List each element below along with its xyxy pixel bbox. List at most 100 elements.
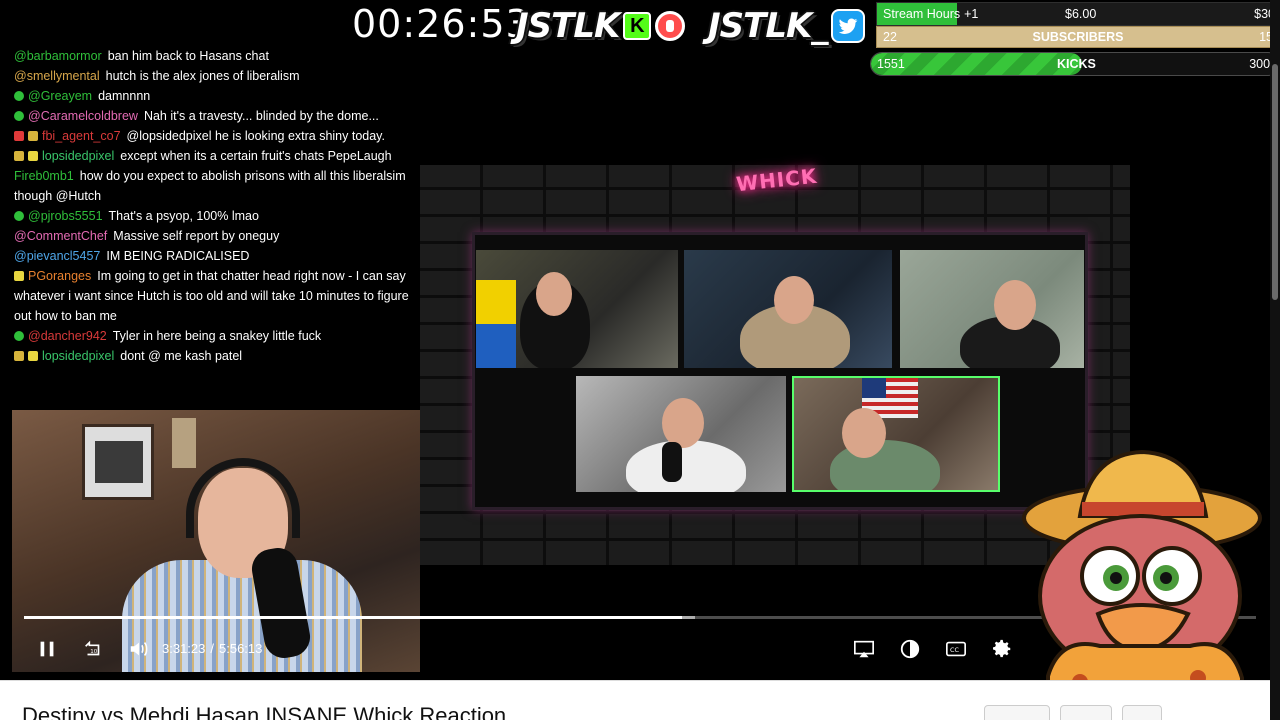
chat-username[interactable]: Fireb0mb1 xyxy=(14,169,74,183)
participant-4 xyxy=(626,440,746,492)
page-below-video: Destiny vs Mehdi Hasan INSANE Whick Reac… xyxy=(0,680,1270,720)
contrast-button[interactable] xyxy=(896,636,924,662)
chat-username[interactable]: @dancher942 xyxy=(28,329,107,343)
participant-5-face xyxy=(842,408,886,458)
chat-text: IM BEING RADICALISED xyxy=(106,249,250,263)
participant-tile-5 xyxy=(792,376,1000,492)
participant-1-face xyxy=(536,272,572,316)
wing-badge-icon xyxy=(28,351,38,361)
chat-username[interactable]: @pievancl5457 xyxy=(14,249,100,263)
chat-text: damnnnn xyxy=(98,89,151,103)
settings-button[interactable] xyxy=(988,636,1016,662)
goal-kicks-label: KICKS xyxy=(1057,57,1096,71)
goal-kicks-current: 1551 xyxy=(877,57,905,71)
settings-icon xyxy=(993,639,1011,658)
record-icon xyxy=(655,11,686,41)
kick-logo-icon: K xyxy=(623,12,652,40)
wing-badge-icon xyxy=(14,271,24,281)
chat-message: @pjrobs5551 That's a psyop, 100% lmao xyxy=(14,206,420,226)
pause-icon xyxy=(40,641,54,657)
duration: 5:56:13 xyxy=(219,641,263,656)
goal-stream-hours-plus: +1 xyxy=(964,7,979,21)
participant-tile-2 xyxy=(684,250,892,368)
mascot-bird-illustration xyxy=(1020,446,1270,714)
chat-message: lopsidedpixel dont @ me kash patel xyxy=(14,346,420,366)
twitter-bird-icon xyxy=(831,9,866,43)
goal-subscribers: 22 SUBSCRIBERS 15 xyxy=(876,26,1280,48)
chat-username[interactable]: lopsidedpixel xyxy=(42,349,114,363)
rewind-10-icon: 10 xyxy=(85,640,100,656)
sub-badge-icon xyxy=(14,211,24,221)
chat-username[interactable]: @Greayem xyxy=(28,89,92,103)
chat-username[interactable]: @Caramelcoldbrew xyxy=(28,109,138,123)
svg-text:CC: CC xyxy=(950,646,959,654)
seek-bar-buffered xyxy=(681,616,696,619)
chat-username[interactable]: lopsidedpixel xyxy=(42,149,114,163)
chat-message: @Caramelcoldbrew Nah it's a travesty... b… xyxy=(14,106,420,126)
chat-username[interactable]: @pjrobs5551 xyxy=(28,209,103,223)
chat-message: @barbamormor ban him back to Hasans chat xyxy=(14,46,420,66)
chat-username[interactable]: fbi_agent_co7 xyxy=(42,129,121,143)
chat-username[interactable]: @barbamormor xyxy=(14,49,102,63)
brand-twitter: JSTLK_ xyxy=(708,6,866,46)
sub-badge-icon xyxy=(14,91,24,101)
action-button-1[interactable] xyxy=(984,705,1050,720)
stream-timer: 00:26:53 xyxy=(352,2,531,46)
sub-badge-icon xyxy=(14,111,24,121)
chat-text: Tyler in here being a snakey little fuck xyxy=(112,329,322,343)
volume-icon xyxy=(130,641,148,657)
airplay-icon xyxy=(854,640,874,658)
chat-text: Nah it's a travesty... blinded by the do… xyxy=(143,109,379,123)
wall-picture xyxy=(172,418,196,468)
participant-2-face xyxy=(774,276,814,324)
wall-poster xyxy=(82,424,154,500)
chat-username[interactable]: @smellymental xyxy=(14,69,100,83)
volume-button[interactable] xyxy=(126,636,152,662)
chat-message: @CommentChef Massive self report by onegu… xyxy=(14,226,420,246)
goal-stream-hours-current: $6.00 xyxy=(1065,7,1097,21)
chat-message: @pievancl5457 IM BEING RADICALISED xyxy=(14,246,420,266)
chat-username[interactable]: PGoranges xyxy=(28,269,91,283)
chat-message: lopsidedpixel except when its a certain f… xyxy=(14,146,420,166)
chat-message: @dancher942 Tyler in here being a snakey … xyxy=(14,326,420,346)
page-scrollbar[interactable] xyxy=(1270,0,1280,720)
rewind-10-button[interactable]: 10 xyxy=(80,636,106,662)
airplay-button[interactable] xyxy=(850,636,878,662)
brand-twitter-text: JSTLK_ xyxy=(708,6,828,46)
action-button-2[interactable] xyxy=(1060,705,1112,720)
chat-message: @smellymental hutch is the alex jones of … xyxy=(14,66,420,86)
chat-username[interactable]: @CommentChef xyxy=(14,229,107,243)
playback-time: 3:31:23 / 5:56:13 xyxy=(162,641,262,656)
action-button-3[interactable] xyxy=(1122,705,1162,720)
star-badge-icon xyxy=(14,151,24,161)
star-badge-icon xyxy=(28,131,38,141)
chat-text: except when its a certain fruit's chats … xyxy=(120,149,392,163)
participant-4-face xyxy=(662,398,704,448)
chat-message: Fireb0mb1 how do you expect to abolish pr… xyxy=(14,166,420,206)
streamer-webcam xyxy=(12,410,420,672)
participant-tile-1 xyxy=(476,250,678,368)
chat-text: ban him back to Hasans chat xyxy=(107,49,269,63)
scrollbar-thumb[interactable] xyxy=(1272,64,1278,300)
current-time: 3:31:23 xyxy=(162,641,206,656)
participant-3-face xyxy=(994,280,1036,330)
goal-stream-hours-label: Stream Hours xyxy=(883,7,961,21)
goal-stream-hours: Stream Hours +1 $6.00 $30 xyxy=(876,2,1280,26)
pause-button[interactable] xyxy=(34,636,60,662)
chat-text: dont @ me kash patel xyxy=(120,349,243,363)
time-separator: / xyxy=(210,641,214,656)
chat-text: @lopsidedpixel he is looking extra shiny… xyxy=(126,129,385,143)
participant-tile-3 xyxy=(900,250,1084,368)
captions-icon: CC xyxy=(946,641,966,657)
participant-tile-4 xyxy=(576,376,786,492)
sub-badge-icon xyxy=(14,331,24,341)
contrast-icon xyxy=(900,639,920,659)
svg-text:10: 10 xyxy=(90,649,97,655)
video-title[interactable]: Destiny vs Mehdi Hasan INSANE Whick Reac… xyxy=(22,703,506,720)
captions-button[interactable]: CC xyxy=(942,636,970,662)
star-badge-icon xyxy=(14,351,24,361)
chat-text: hutch is the alex jones of liberalism xyxy=(105,69,300,83)
wing-badge-icon xyxy=(28,151,38,161)
brand-kick-text: JSTLK xyxy=(516,6,620,46)
chat-text: That's a psyop, 100% lmao xyxy=(108,209,259,223)
